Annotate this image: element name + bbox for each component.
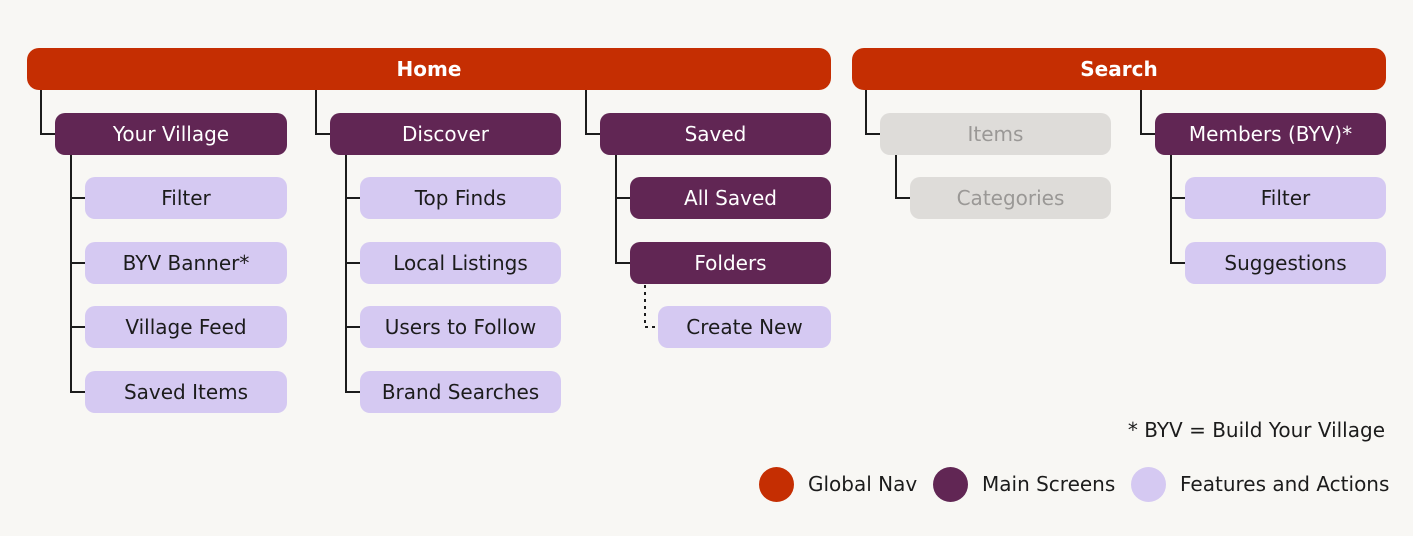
legend-swatch-global-nav [759,466,794,502]
local-listings-node: Local Listings [360,242,561,284]
discover-node: Discover [330,113,561,155]
village-feed-node: Village Feed [85,306,287,348]
connector-saved-spine [615,155,630,264]
connector-search-members [1140,90,1155,135]
connector-discover-spine [345,155,360,393]
saved-node: Saved [600,113,831,155]
footnote: * BYV = Build Your Village [1127,418,1385,442]
home-nav-node: Home [27,48,831,90]
members-node: Members (BYV)* [1155,113,1386,155]
legend-label-main-screens: Main Screens [982,472,1116,496]
legend-label-features-actions: Features and Actions [1180,472,1390,496]
legend-label-global-nav: Global Nav [808,472,918,496]
legend-global-nav: Global Nav [759,466,917,502]
saved-items-node: Saved Items [85,371,287,413]
members-filter-node: Filter [1185,177,1386,219]
connector-your-village-spine [70,155,85,393]
connector-home-discover [315,90,330,135]
suggestions-node: Suggestions [1185,242,1386,284]
connector-items-categories [895,155,910,199]
all-saved-node: All Saved [630,177,831,219]
connector-home-saved [585,90,600,135]
search-nav-node: Search [852,48,1386,90]
legend-features-actions: Features and Actions [1131,466,1389,502]
connector-members-spine [1170,155,1185,264]
legend-main-screens: Main Screens [933,466,1115,502]
folders-node: Folders [630,242,831,284]
connector-search-items [865,90,880,135]
brand-searches-node: Brand Searches [360,371,561,413]
legend-swatch-main-screens [933,466,968,502]
top-finds-node: Top Finds [360,177,561,219]
connector-folders-create-new [644,285,658,328]
items-node: Items [880,113,1111,155]
users-to-follow-node: Users to Follow [360,306,561,348]
legend-swatch-features-actions [1131,466,1166,502]
your-village-filter-node: Filter [85,177,287,219]
your-village-node: Your Village [55,113,287,155]
create-new-node: Create New [658,306,831,348]
connector-home-your-village [40,90,55,135]
categories-node: Categories [910,177,1111,219]
byv-banner-node: BYV Banner* [85,242,287,284]
